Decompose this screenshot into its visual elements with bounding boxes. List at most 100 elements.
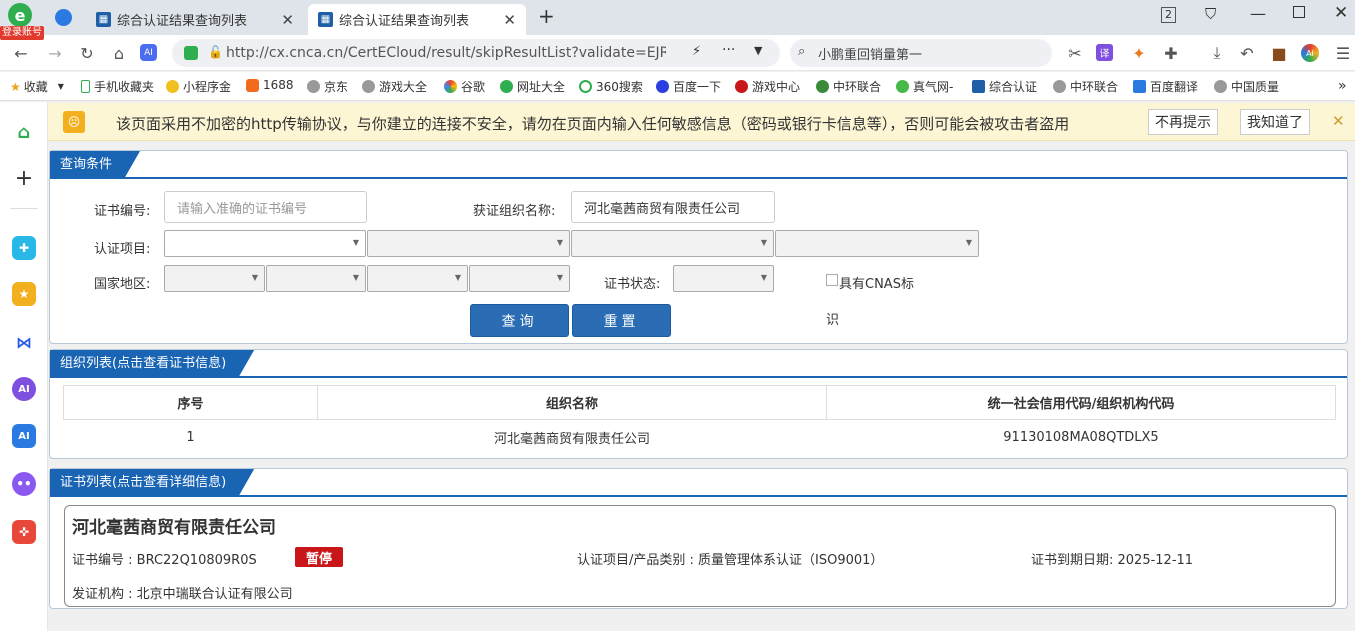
network-icon[interactable]: ⋈ [12,330,36,354]
send-icon[interactable] [55,9,72,26]
project-select-2[interactable] [367,230,570,257]
menu-icon[interactable]: ☰ [1332,42,1354,64]
globe-icon [307,80,320,93]
bookmark-item[interactable]: 中环联合 [1053,78,1118,95]
project-select-3[interactable] [571,230,774,257]
region-select-3[interactable] [367,265,468,292]
add-icon[interactable]: + [12,166,36,191]
panel-header: 组织列表(点击查看证书信息) [50,350,1347,378]
close-icon[interactable]: ✕ [503,11,516,29]
flash-icon[interactable]: ⚡ [692,44,701,59]
bookmark-item[interactable]: 1688 [246,78,294,92]
table-row[interactable]: 1 河北毫茜商贸有限责任公司 91130108MA08QTDLX5 [64,420,1336,456]
url-field[interactable]: 🔓 http://cx.cnca.cn/CertECloud/result/sk… [172,39,780,67]
bookmark-item[interactable]: 360搜索 [579,78,643,95]
new-tab-button[interactable]: + [538,4,555,28]
tab-1[interactable]: ▦ 综合认证结果查询列表 ✕ [86,4,304,35]
bookmark-item[interactable]: 网址大全 [500,78,565,95]
bookmark-item[interactable]: 中环联合 [816,78,881,95]
tab-count-badge[interactable]: 2 [1161,7,1176,23]
dismiss-forever-button[interactable]: 不再提示 [1148,109,1218,135]
globe-icon [362,80,375,93]
bookmark-item[interactable]: 京东 [307,78,348,95]
bookmark-item[interactable]: 百度一下 [656,78,721,95]
region-label: 国家地区: [94,277,151,292]
search-input[interactable]: ⌕ 小鹏重回销量第一 [790,39,1052,67]
scissors-icon[interactable]: ✂ [1064,42,1086,64]
more-icon[interactable]: ··· [722,42,735,58]
project-select-4[interactable] [775,230,979,257]
lock-insecure-icon[interactable]: 🔓 [208,45,223,59]
bookmarks-bar: ★ 收藏 ▼ 手机收藏夹 小程序金 1688 京东 游戏大全 谷歌 网址大全 360… [0,72,1355,101]
bookmark-item[interactable]: 游戏大全 [362,78,427,95]
download-icon[interactable]: ⤓ [1206,42,1228,64]
search-button[interactable]: 查询 [470,304,569,337]
star-app-icon[interactable]: ★ [12,282,36,306]
close-icon[interactable]: ✕ [281,11,294,29]
acknowledge-button[interactable]: 我知道了 [1240,109,1310,135]
bookmark-item[interactable]: 游戏中心 [735,78,800,95]
plus-app-icon[interactable]: ✚ [12,236,36,260]
ai-app-icon[interactable]: AI [12,424,36,448]
bookmark-item[interactable]: 手机收藏夹 [81,78,154,95]
game-icon[interactable]: ✦ [1128,42,1150,64]
undo-icon[interactable]: ↶ [1236,42,1258,64]
bookmark-item[interactable]: 百度翻译 [1133,78,1198,95]
col-header-no: 序号 [63,385,318,420]
region-select-4[interactable] [469,265,570,292]
refresh-icon[interactable]: ↻ [76,42,98,64]
forward-icon[interactable]: → [44,42,66,64]
org-name-input[interactable]: 河北毫茜商贸有限责任公司 [571,191,775,223]
address-bar: ← → ↻ ⌂ AI 🔓 http://cx.cnca.cn/CertEClou… [0,35,1355,71]
cnas-checkbox[interactable] [826,274,838,286]
gamepad-icon[interactable]: ✜ [12,520,36,544]
status-select[interactable] [673,265,774,292]
bookmark-item[interactable]: 小程序金 [166,78,231,95]
panel-title: 查询条件 [50,151,140,179]
colorful-ai-icon[interactable]: AI [1301,44,1319,62]
bookmark-item[interactable]: 谷歌 [444,78,485,95]
globe-icon [1053,80,1066,93]
miniprogram-icon [166,80,179,93]
row-org-name[interactable]: 河北毫茜商贸有限责任公司 [318,420,827,456]
cert-card[interactable]: 河北毫茜商贸有限责任公司 证书编号 : BRC22Q10809R0S 暂停 认证… [64,505,1336,607]
scrollbar[interactable] [1348,142,1355,631]
shield-icon[interactable] [184,46,198,60]
col-header-name: 组织名称 [317,385,827,420]
chevron-down-icon: ▼ [57,82,64,91]
panel-title: 组织列表(点击查看证书信息) [50,350,254,378]
restore-button[interactable] [1293,6,1305,18]
bookmark-item[interactable]: 真气网- [896,78,953,95]
translate-icon[interactable]: 译 [1096,44,1113,61]
url-text[interactable]: http://cx.cnca.cn/CertECloud/result/skip… [226,45,666,61]
minimize-button[interactable]: — [1250,4,1266,23]
shirt-icon[interactable]: ⛉ [1205,5,1216,23]
cert-no-input[interactable]: 请输入准确的证书编号 [164,191,367,223]
bookmark-item[interactable]: 综合认证 [972,78,1037,95]
browser-logo-icon[interactable]: e [8,3,32,27]
extensions-icon[interactable]: ✚ [1160,42,1182,64]
chevron-down-icon[interactable]: ▼ [754,44,762,57]
project-select-1[interactable] [164,230,366,257]
briefcase-icon[interactable]: ■ [1268,42,1290,64]
home-icon[interactable]: ⌂ [12,120,36,144]
home-icon[interactable]: ⌂ [108,42,130,64]
sidebar: ⌂ + ✚ ★ ⋈ AI AI •• ✜ [0,102,48,631]
ai-icon[interactable]: AI [140,44,157,61]
back-icon[interactable]: ← [10,42,32,64]
region-select-2[interactable] [266,265,366,292]
tab-label: 综合认证结果查询列表 [117,14,248,29]
login-label[interactable]: 登录账号 [0,26,44,40]
more-bookmarks-icon[interactable]: » [1338,78,1347,94]
bookmark-item[interactable]: 中国质量 [1214,78,1279,95]
tab-2[interactable]: ▦ 综合认证结果查询列表 ✕ [308,4,526,35]
reset-button[interactable]: 重置 [572,304,671,337]
cert-issuer-text: 发证机构 : 北京中瑞联合认证有限公司 [72,587,293,602]
bookmark-item[interactable]: ★ 收藏 ▼ [10,78,64,95]
tab-bar: e 登录账号 ▦ 综合认证结果查询列表 ✕ ▦ 综合认证结果查询列表 ✕ + 2… [0,0,1355,40]
region-select-1[interactable] [164,265,265,292]
ai-circle-icon[interactable]: AI [12,377,36,401]
chat-bot-icon[interactable]: •• [12,472,36,496]
close-icon[interactable]: ✕ [1332,112,1345,130]
close-window-button[interactable]: ✕ [1334,3,1348,23]
